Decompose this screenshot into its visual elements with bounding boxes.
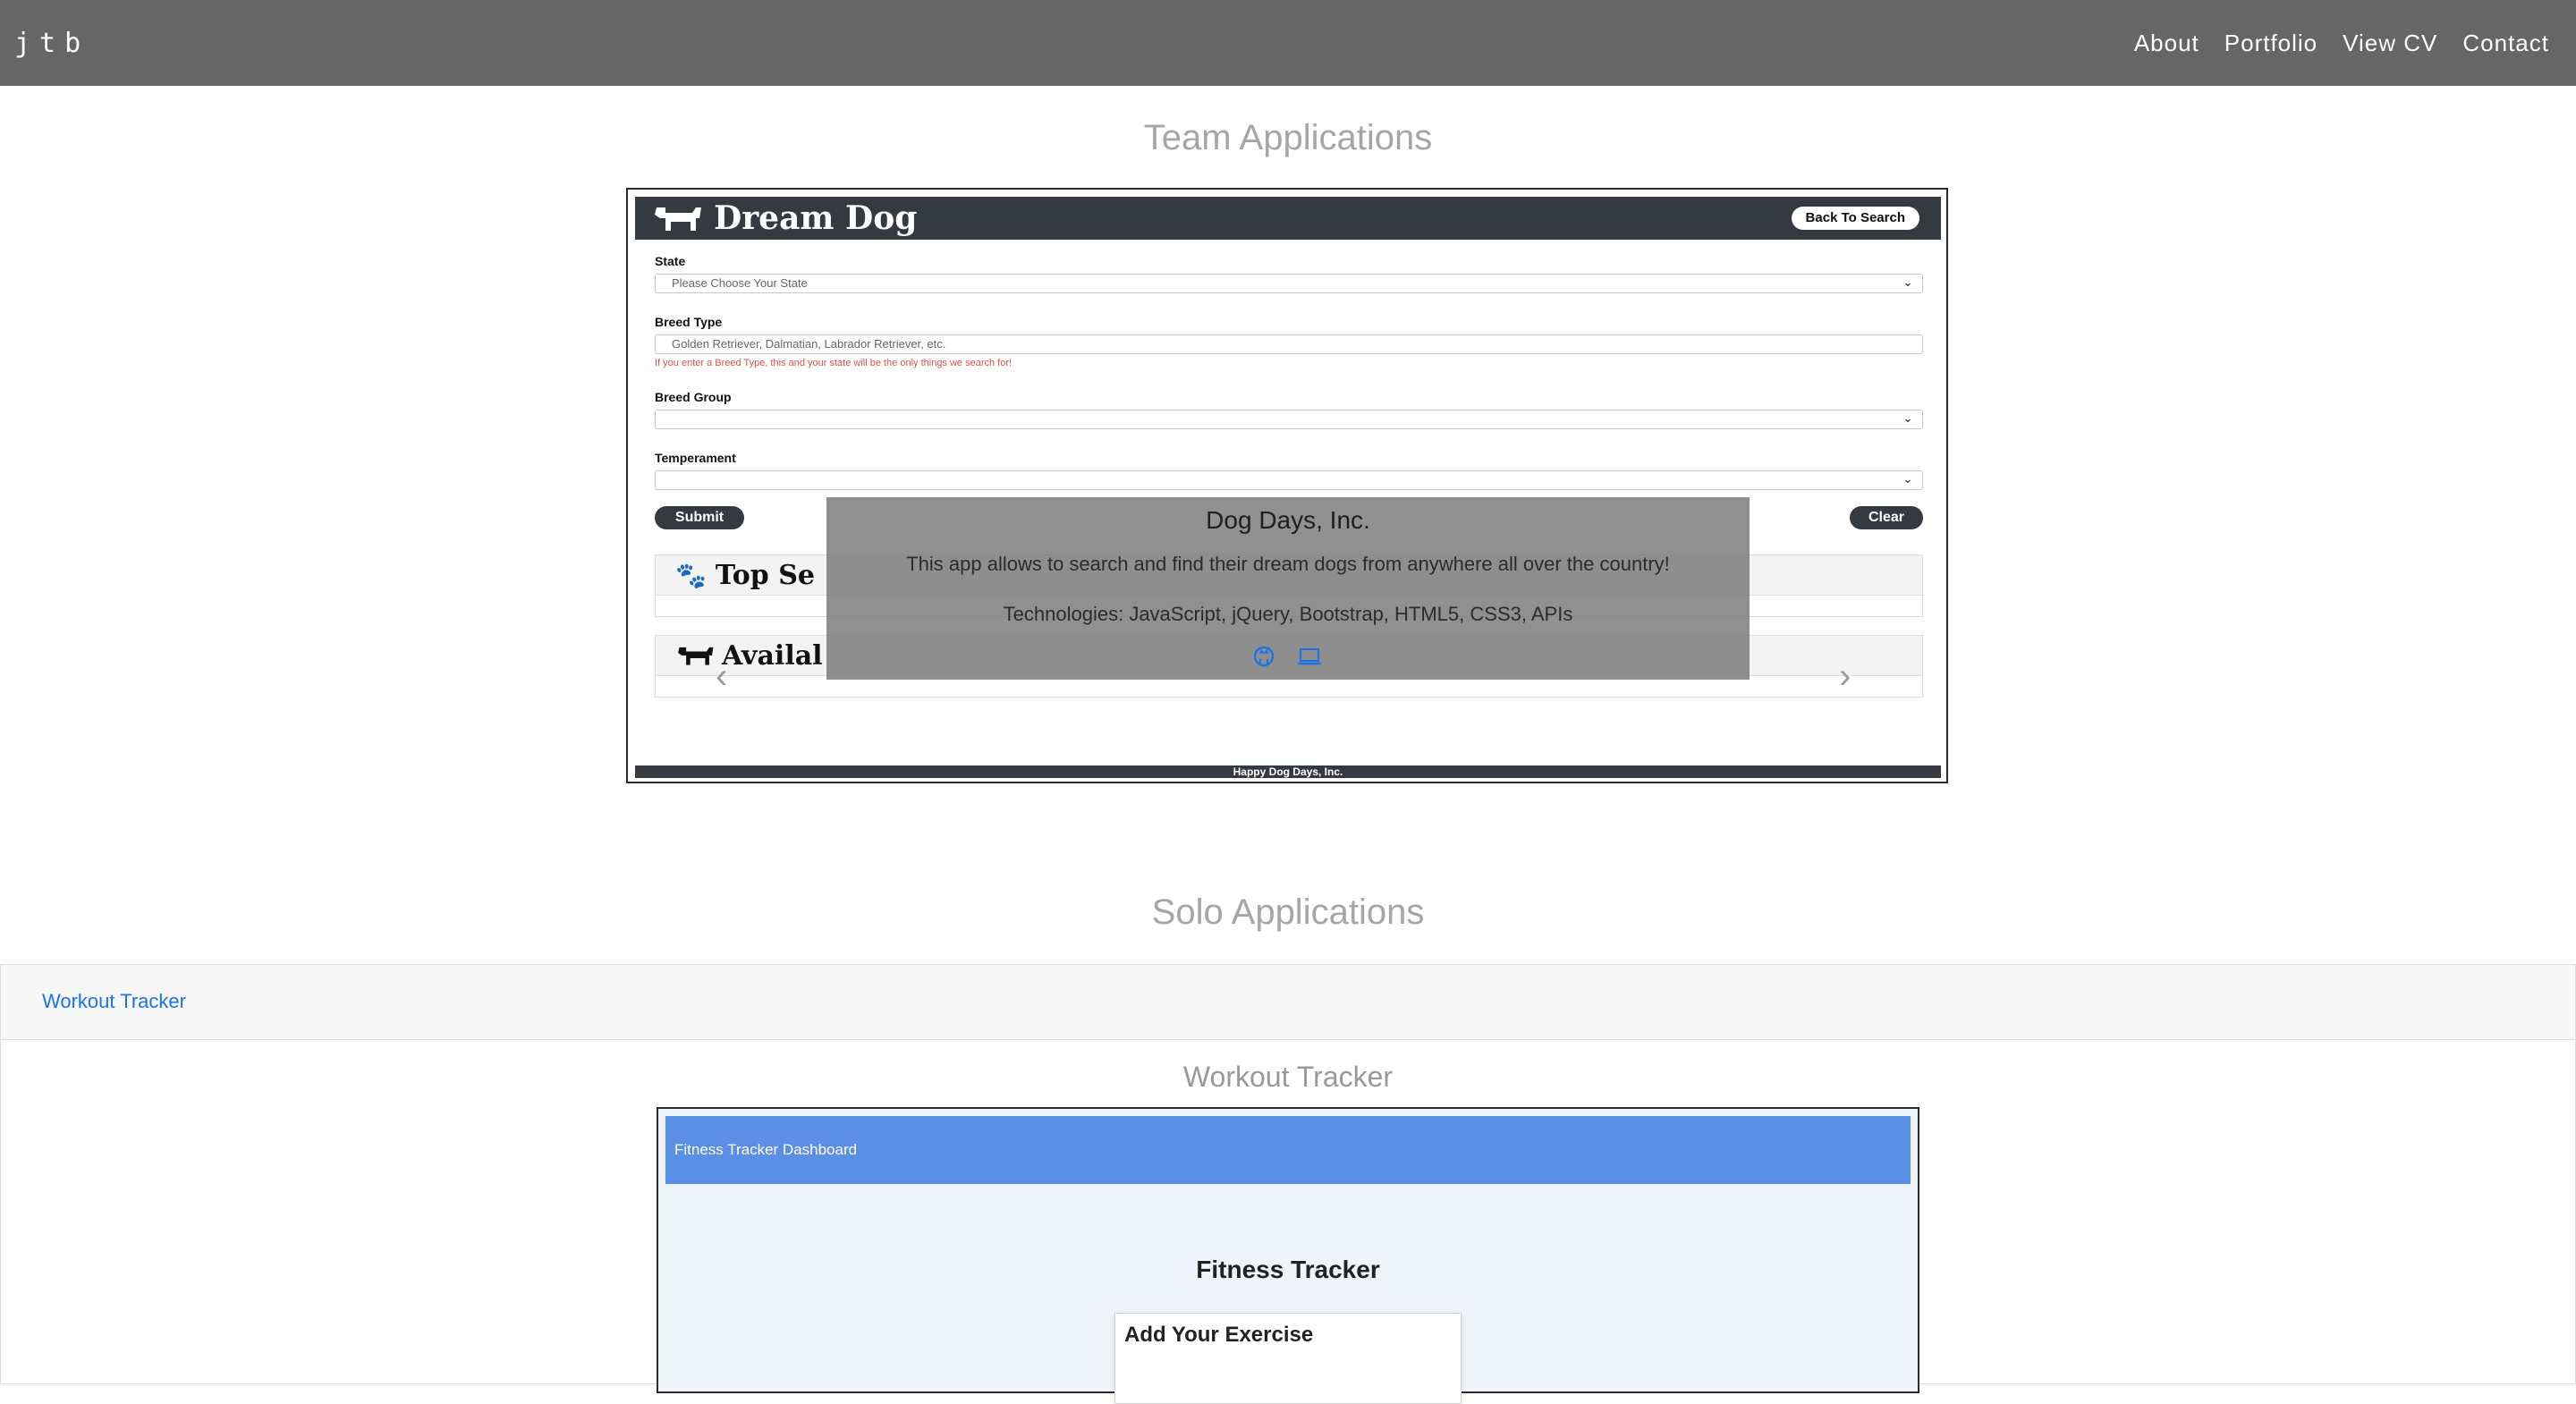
nav-view-cv[interactable]: View CV xyxy=(2343,30,2437,57)
brand-logo[interactable]: jtb xyxy=(14,28,89,59)
dd-logo: Dream Dog xyxy=(651,199,917,237)
caption-description: This app allows to search and find their… xyxy=(906,553,1670,575)
dd-state-value: Please Choose Your State xyxy=(672,276,808,290)
dd-breed-type-placeholder: Golden Retriever, Dalmatian, Labrador Re… xyxy=(672,337,946,351)
team-section-title: Team Applications xyxy=(1143,118,1433,157)
wf-card-title: Add Your Exercise xyxy=(1124,1323,1314,1347)
dd-breed-group-label: Breed Group xyxy=(655,390,732,404)
workout-project-title: Workout Tracker xyxy=(1182,1061,1394,1093)
carousel-caption: Dog Days, Inc. This app allows to search… xyxy=(826,497,1750,680)
laptop-icon[interactable] xyxy=(1296,646,1323,672)
dd-temperament-label: Temperament xyxy=(655,451,736,465)
nav-about[interactable]: About xyxy=(2134,30,2199,57)
dd-breed-group-select: ⌄ xyxy=(655,410,1923,429)
dd-state-select: Please Choose Your State ⌄ xyxy=(655,274,1923,293)
paw-icon: 🐾 xyxy=(675,560,707,590)
github-icon[interactable] xyxy=(1253,646,1275,672)
caption-links xyxy=(826,646,1750,672)
dd-clear-button: Clear xyxy=(1850,506,1923,529)
nav-contact[interactable]: Contact xyxy=(2462,30,2549,57)
dd-breed-type-label: Breed Type xyxy=(655,315,723,329)
dd-breed-type-hint: If you enter a Breed Type, this and your… xyxy=(655,358,1013,368)
tab-workout-tracker[interactable]: Workout Tracker xyxy=(42,990,186,1013)
chevron-down-icon: ⌄ xyxy=(1902,410,1913,425)
caption-title: Dog Days, Inc. xyxy=(1206,506,1370,534)
caption-technologies: Technologies: JavaScript, jQuery, Bootst… xyxy=(1003,603,1573,625)
wf-add-exercise-card: Add Your Exercise xyxy=(1114,1313,1462,1404)
wf-page-heading: Fitness Tracker xyxy=(1196,1256,1380,1283)
chevron-down-icon: ⌄ xyxy=(1902,275,1913,289)
workout-screenshot: Fitness Tracker Dashboard Fitness Tracke… xyxy=(657,1107,1919,1404)
dog-icon xyxy=(678,647,714,665)
dd-footer: Happy Dog Days, Inc. xyxy=(635,765,1941,778)
navbar: jtb About Portfolio View CV Contact xyxy=(0,0,2576,86)
nav-links: About Portfolio View CV Contact xyxy=(2134,30,2549,57)
dog-icon xyxy=(655,207,701,231)
dd-breed-type-input: Golden Retriever, Dalmatian, Labrador Re… xyxy=(655,334,1923,354)
dd-app-title: Dream Dog xyxy=(714,199,918,237)
carousel-prev-icon[interactable]: ‹ xyxy=(716,658,741,694)
solo-tab-bar: Workout Tracker xyxy=(1,965,2575,1040)
dd-top-card-title: Top Se xyxy=(715,559,815,591)
nav-portfolio[interactable]: Portfolio xyxy=(2224,30,2318,57)
team-carousel: Dream Dog Back To Search State Please Ch… xyxy=(626,188,1948,783)
chevron-down-icon: ⌄ xyxy=(1902,471,1913,486)
dd-header: Dream Dog Back To Search xyxy=(635,197,1941,240)
dd-state-label: State xyxy=(655,254,686,268)
carousel-next-icon[interactable]: › xyxy=(1839,658,1864,694)
wf-dashboard-bar: Fitness Tracker Dashboard xyxy=(665,1116,1911,1184)
dd-submit-button: Submit xyxy=(655,506,744,529)
dd-temperament-select: ⌄ xyxy=(655,470,1923,490)
dream-dog-screenshot: Dream Dog Back To Search State Please Ch… xyxy=(635,197,1941,778)
solo-section-title: Solo Applications xyxy=(1151,892,1425,932)
dd-back-button: Back To Search xyxy=(1791,207,1919,230)
